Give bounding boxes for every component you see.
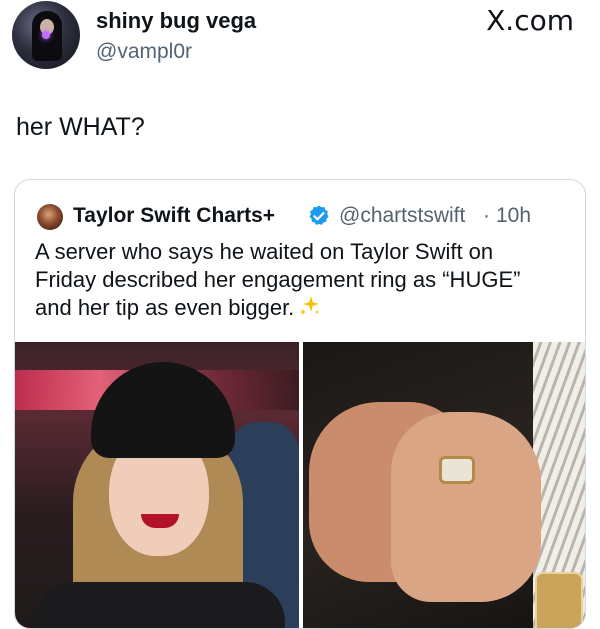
portrait-coat — [35, 582, 285, 628]
media-image-ring-hands[interactable] — [303, 342, 585, 628]
quoted-text-line-2: Friday described her engagement ring as … — [35, 267, 521, 292]
meta-separator: · — [483, 204, 490, 227]
user-avatar[interactable] — [12, 1, 80, 69]
quoted-author-name[interactable]: Taylor Swift Charts+ — [73, 203, 275, 229]
avatar-light — [42, 31, 50, 39]
quoted-post-text: A server who says he waited on Taylor Sw… — [35, 238, 575, 322]
site-watermark: X.com — [486, 4, 574, 37]
quoted-author-handle[interactable]: @chartstswift — [339, 203, 465, 229]
quoted-author-avatar[interactable] — [37, 204, 63, 230]
quoted-text-line-3-wrap: and her tip as even bigger. — [35, 294, 575, 322]
verified-badge-icon — [309, 205, 329, 225]
quoted-text-line-3: and her tip as even bigger. — [35, 295, 295, 320]
media-image-portrait[interactable] — [15, 342, 299, 628]
post-text: her WHAT? — [16, 113, 145, 141]
quoted-post-card[interactable]: Taylor Swift Charts+ @chartstswift · 10h… — [14, 179, 586, 629]
engagement-ring — [439, 456, 475, 484]
post-header: shiny bug vega @vampl0r X.com — [0, 0, 600, 80]
post-timestamp[interactable]: 10h — [496, 203, 531, 229]
hand-right — [391, 412, 541, 602]
user-handle[interactable]: @vampl0r — [96, 39, 192, 65]
quoted-text-line-1: A server who says he waited on Taylor Sw… — [35, 239, 494, 264]
sparkles-icon — [300, 296, 320, 315]
wristwatch — [535, 572, 583, 628]
display-name[interactable]: shiny bug vega — [96, 8, 256, 34]
